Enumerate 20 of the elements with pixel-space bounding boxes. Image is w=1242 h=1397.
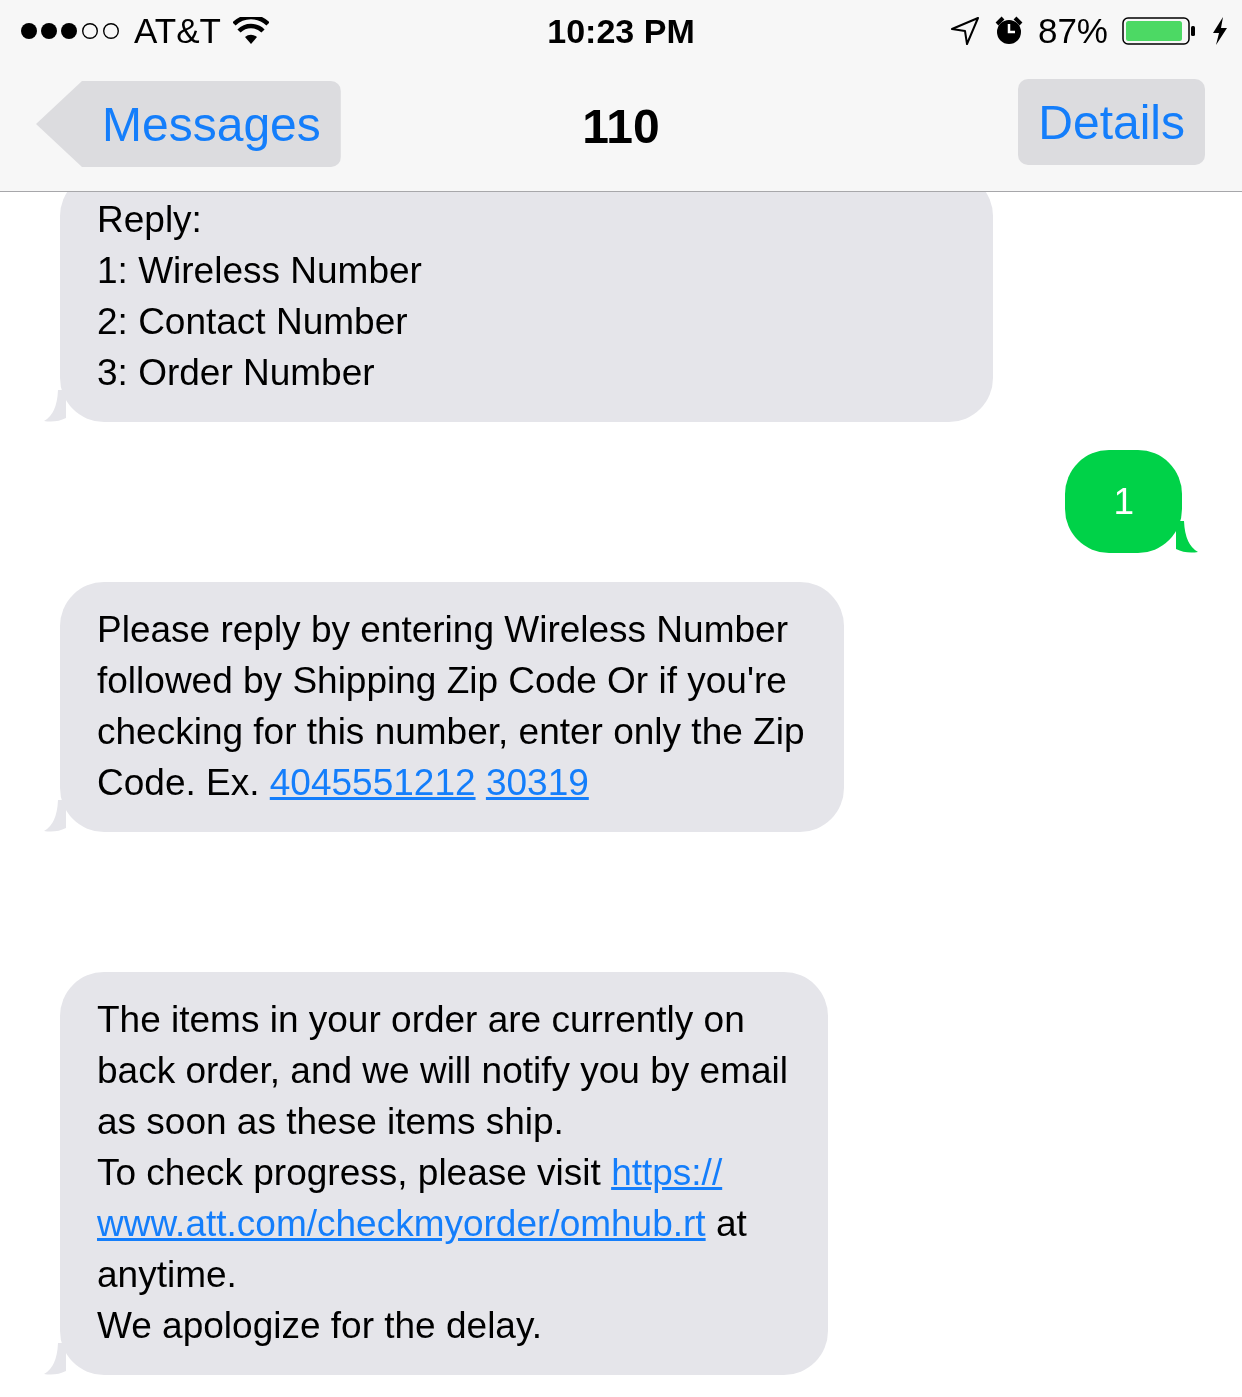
signal-icon: [20, 21, 122, 41]
clock-time: 10:23 PM: [547, 11, 695, 51]
link[interactable]: www.att.com/checkmyorder/omhub.rt: [97, 1203, 706, 1244]
link[interactable]: 4045551212: [269, 762, 476, 803]
back-button[interactable]: Messages: [36, 81, 341, 167]
battery-percent: 87%: [1037, 11, 1108, 51]
alarm-clock-icon: [993, 16, 1024, 46]
battery-icon: [1122, 15, 1198, 47]
wifi-icon: [232, 17, 269, 45]
message-text: Reply: 1: Wireless Number 2: Contact Number 3: Order Number: [97, 198, 423, 395]
carrier-name: AT&T: [134, 11, 221, 51]
location-arrow-icon: [949, 16, 980, 46]
conversation-title: 110: [582, 99, 660, 154]
message-text: Please reply by entering Wireless Number followed by Shipping Zip Code Or if you're checking for this number, enter only the Zip Code. Ex. 4045551212 30319: [97, 608, 805, 805]
message-text: 1: [1113, 480, 1134, 524]
link[interactable]: https://: [611, 1152, 723, 1193]
charging-bolt-icon: [1212, 17, 1228, 45]
message-text: The items in your order are currently on back order, and we will notify you by email as soon as these items ship. To check progress, please visit https:// www.att.com/checkmyorder/omhub.rt at anytime. We apologize for the delay.: [97, 998, 788, 1348]
link[interactable]: 30319: [485, 762, 589, 803]
details-button[interactable]: Details: [1018, 79, 1205, 165]
